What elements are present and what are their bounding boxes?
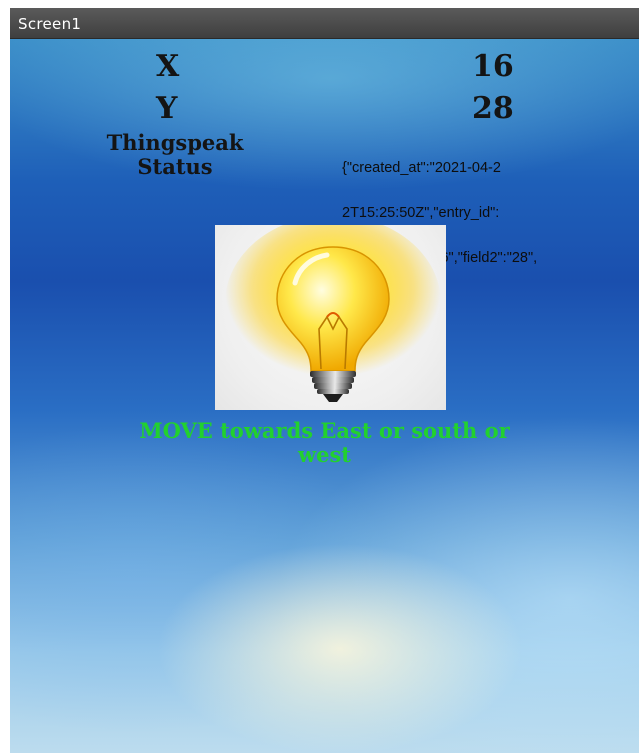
light-bulb-icon — [225, 225, 441, 402]
thingspeak-status-label: Thingspeak Status — [65, 131, 285, 179]
y-label: Y — [156, 91, 178, 126]
direction-message-line1: MOVE towards East or south or — [139, 418, 510, 443]
direction-message-line2: west — [298, 442, 351, 467]
y-value: 28 — [472, 91, 514, 126]
status-value-line1: {"created_at":"2021-04-2 — [342, 160, 501, 176]
app-window: Screen1 X 16 Y 28 Thingspeak Status {"cr… — [10, 8, 639, 753]
status-value-line2: 2T15:25:50Z","entry_id": — [342, 205, 500, 221]
light-bulb-image — [215, 225, 446, 410]
screen-content: X 16 Y 28 Thingspeak Status {"created_at… — [10, 39, 639, 753]
screen-title: Screen1 — [18, 15, 82, 33]
thingspeak-label-line2: Status — [137, 154, 213, 179]
page-frame: Screen1 X 16 Y 28 Thingspeak Status {"cr… — [0, 0, 639, 753]
x-label: X — [156, 49, 180, 84]
direction-message: MOVE towards East or south or west — [10, 419, 639, 467]
title-bar: Screen1 — [10, 8, 639, 39]
thingspeak-label-line1: Thingspeak — [106, 130, 244, 155]
x-value: 16 — [472, 49, 514, 84]
